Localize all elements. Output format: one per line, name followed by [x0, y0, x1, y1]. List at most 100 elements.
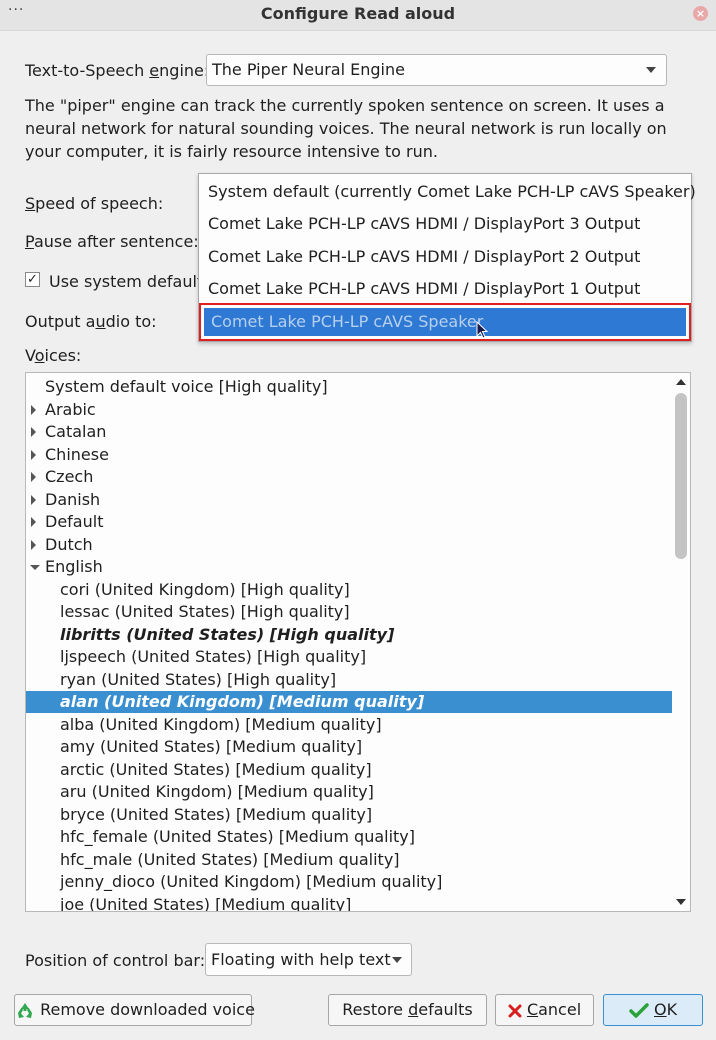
output-option[interactable]: Comet Lake PCH-LP cAVS HDMI / DisplayPor…	[208, 214, 640, 233]
output-option[interactable]: Comet Lake PCH-LP cAVS HDMI / DisplayPor…	[208, 279, 640, 298]
tree-group-default[interactable]: Default	[26, 511, 673, 533]
tree-row-label: arctic (United States) [Medium quality]	[60, 759, 372, 779]
restore-button-mnemonic: d	[408, 1000, 419, 1019]
tree-row-system-default-voice[interactable]: System default voice [High quality]	[26, 376, 673, 398]
voice-row[interactable]: arctic (United States) [Medium quality]	[26, 759, 673, 781]
window-title: Configure Read aloud	[260, 4, 456, 23]
tree-row-label: Default	[45, 512, 104, 531]
engine-label: Text-to-Speech engine:	[25, 61, 209, 80]
tree-group-dutch[interactable]: Dutch	[26, 534, 673, 556]
voice-row[interactable]: hfc_male (United States) [Medium quality…	[26, 849, 673, 871]
recycle-icon	[18, 1002, 32, 1018]
scroll-down-icon[interactable]	[676, 899, 686, 905]
tree-row-label: cori (United Kingdom) [High quality]	[60, 579, 350, 599]
cancel-button[interactable]: Cancel	[495, 994, 594, 1026]
chevron-down-icon	[646, 67, 656, 73]
restore-button-label-b: efaults	[418, 1000, 473, 1019]
voice-row[interactable]: lessac (United States) [High quality]	[26, 601, 673, 623]
use-system-default-label[interactable]: Use system default	[49, 272, 203, 291]
engine-select-value: The Piper Neural Engine	[212, 60, 405, 79]
cancel-x-icon	[508, 1004, 522, 1017]
ok-button[interactable]: OK	[603, 994, 703, 1026]
tree-row-label: hfc_female (United States) [Medium quali…	[60, 827, 416, 846]
voice-row[interactable]: libritts (United States) [High quality]	[26, 624, 673, 646]
tree-group-czech[interactable]: Czech	[26, 466, 673, 488]
voice-row[interactable]: aru (United Kingdom) [Medium quality]	[26, 781, 673, 803]
output-label-mnemonic: u	[95, 312, 106, 331]
voice-row[interactable]: joe (United States) [Medium quality]	[26, 894, 673, 912]
speed-label: Speed of speech:	[25, 194, 163, 213]
voices-tree[interactable]: System default voice [High quality] Arabi…	[25, 372, 691, 912]
voice-row[interactable]: jenny_dioco (United Kingdom) [Medium qua…	[26, 871, 673, 893]
tree-row-label: Catalan	[45, 422, 107, 441]
engine-label-rest: ngine:	[159, 61, 210, 80]
use-system-default-checkbox[interactable]: ✓	[25, 272, 40, 287]
vertical-scrollbar[interactable]	[672, 373, 690, 911]
tree-row-label: libritts (United States) [High quality]	[60, 624, 395, 644]
tree-group-arabic[interactable]: Arabic	[26, 399, 673, 421]
pause-label: Pause after sentence:	[25, 232, 199, 251]
voice-row[interactable]: amy (United States) [Medium quality]	[26, 736, 673, 758]
voice-row-selected[interactable]: alan (United Kingdom) [Medium quality]	[26, 691, 673, 713]
voice-row[interactable]: bryce (United States) [Medium quality]	[26, 804, 673, 826]
voices-label-rest: ices:	[44, 346, 82, 365]
voice-row[interactable]: ryan (United States) [High quality]	[26, 669, 673, 691]
engine-select[interactable]: The Piper Neural Engine	[206, 54, 667, 86]
voice-row[interactable]: alba (United Kingdom) [Medium quality]	[26, 714, 673, 736]
collapse-arrow-icon[interactable]	[30, 565, 40, 570]
configure-read-aloud-dialog: ··· Configure Read aloud × Text-to-Speec…	[0, 0, 716, 1040]
tree-row-label: English	[45, 557, 103, 576]
output-option[interactable]: System default (currently Comet Lake PCH…	[208, 182, 696, 201]
engine-description: The "piper" engine can track the current…	[25, 96, 667, 161]
expand-arrow-icon[interactable]	[31, 539, 36, 550]
engine-label-mnemonic: e	[149, 61, 160, 80]
close-icon[interactable]: ×	[693, 6, 708, 21]
output-audio-dropdown-list[interactable]: System default (currently Comet Lake PCH…	[198, 173, 696, 342]
restore-defaults-button[interactable]: Restore defaults	[328, 994, 487, 1026]
pause-label-rest: ause after sentence:	[33, 232, 199, 251]
expand-arrow-icon[interactable]	[31, 517, 36, 527]
tree-row-label: hfc_male (United States) [Medium quality…	[60, 849, 400, 869]
tree-row-label: lessac (United States) [High quality]	[60, 602, 350, 621]
expand-arrow-icon[interactable]	[31, 449, 36, 460]
output-label: Output audio to:	[25, 312, 157, 331]
remove-downloaded-voice-button[interactable]: Remove downloaded voice	[14, 994, 255, 1026]
scrollbar-thumb[interactable]	[675, 393, 687, 559]
tree-row-label: amy (United States) [Medium quality]	[60, 737, 363, 756]
control-bar-select[interactable]: Floating with help text	[205, 943, 412, 976]
speed-label-mnemonic: S	[25, 194, 36, 213]
speed-label-rest: peed of speech:	[35, 194, 164, 213]
tree-row-label: joe (United States) [Medium quality]	[60, 894, 352, 912]
voice-row[interactable]: ljspeech (United States) [High quality]	[26, 646, 673, 668]
tree-group-danish[interactable]: Danish	[26, 489, 673, 511]
control-bar-label: Position of control bar:	[25, 951, 206, 970]
checkmark-icon	[629, 1002, 649, 1018]
output-option-highlighted[interactable]: Comet Lake PCH-LP cAVS Speaker	[199, 303, 691, 341]
tree-group-chinese[interactable]: Chinese	[26, 444, 673, 466]
engine-label-text: Text-to-Speech	[25, 61, 150, 80]
cancel-button-mnemonic: C	[526, 1000, 539, 1019]
scroll-up-icon[interactable]	[676, 379, 686, 385]
voice-row[interactable]: hfc_female (United States) [Medium quali…	[26, 826, 673, 848]
output-label-rest: dio to:	[105, 312, 157, 331]
tree-row-label: ljspeech (United States) [High quality]	[60, 647, 367, 666]
tree-row-label: alba (United Kingdom) [Medium quality]	[60, 714, 382, 734]
expand-arrow-icon[interactable]	[31, 494, 36, 505]
output-label-a: Output a	[25, 312, 96, 331]
expand-arrow-icon[interactable]	[31, 472, 36, 482]
expand-arrow-icon[interactable]	[31, 404, 36, 415]
voices-label-mnemonic: o	[34, 346, 45, 365]
output-option-highlighted-label: Comet Lake PCH-LP cAVS Speaker	[204, 308, 686, 336]
tree-group-english[interactable]: English	[26, 556, 673, 578]
tree-row-label: bryce (United States) [Medium quality]	[60, 804, 373, 824]
cancel-button-rest: ancel	[538, 1000, 582, 1019]
tree-group-catalan[interactable]: Catalan	[26, 421, 673, 443]
voice-row[interactable]: cori (United Kingdom) [High quality]	[26, 579, 673, 601]
remove-button-label: Remove downloaded voice	[40, 1000, 255, 1019]
chevron-down-icon	[392, 957, 402, 963]
voices-label: Voices:	[25, 346, 81, 365]
mouse-cursor-icon	[476, 321, 489, 339]
tree-row-label: Dutch	[45, 534, 93, 554]
expand-arrow-icon[interactable]	[31, 427, 36, 437]
output-option[interactable]: Comet Lake PCH-LP cAVS HDMI / DisplayPor…	[208, 247, 640, 266]
